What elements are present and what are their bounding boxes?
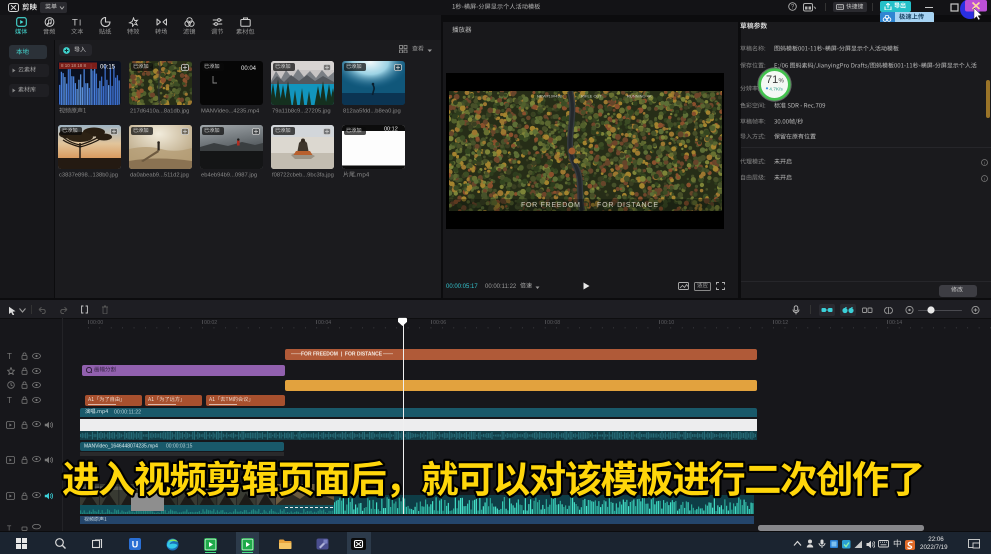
svg-text:i: i bbox=[984, 176, 985, 181]
svg-text:T: T bbox=[72, 18, 78, 28]
svg-text:71: 71 bbox=[766, 74, 778, 86]
svg-text:|: | bbox=[589, 202, 591, 209]
svg-text:%: % bbox=[779, 79, 785, 85]
svg-text:00:12: 00:12 bbox=[384, 127, 398, 133]
svg-text:FOR DISTANCE: FOR DISTANCE bbox=[597, 202, 659, 209]
svg-text:U: U bbox=[132, 539, 139, 549]
svg-text:00:15: 00:15 bbox=[100, 65, 116, 71]
svg-text:I: I bbox=[79, 19, 81, 28]
svg-text:i: i bbox=[984, 160, 985, 165]
svg-text:T: T bbox=[7, 352, 12, 360]
svg-text:T: T bbox=[7, 526, 12, 532]
svg-text:4.7K/s: 4.7K/s bbox=[769, 87, 783, 93]
svg-text:00:04: 00:04 bbox=[241, 66, 257, 72]
svg-text:8 10 18 18 8: 8 10 18 18 8 bbox=[61, 63, 87, 68]
svg-text:RIFLE OUT: RIFLE OUT bbox=[581, 94, 602, 99]
svg-text:T: T bbox=[7, 396, 12, 404]
svg-text:NEW#10#498: NEW#10#498 bbox=[537, 94, 563, 99]
svg-text:RUNNING 4K: RUNNING 4K bbox=[627, 94, 652, 99]
svg-text:FOR FREEDOM: FOR FREEDOM bbox=[521, 202, 581, 209]
